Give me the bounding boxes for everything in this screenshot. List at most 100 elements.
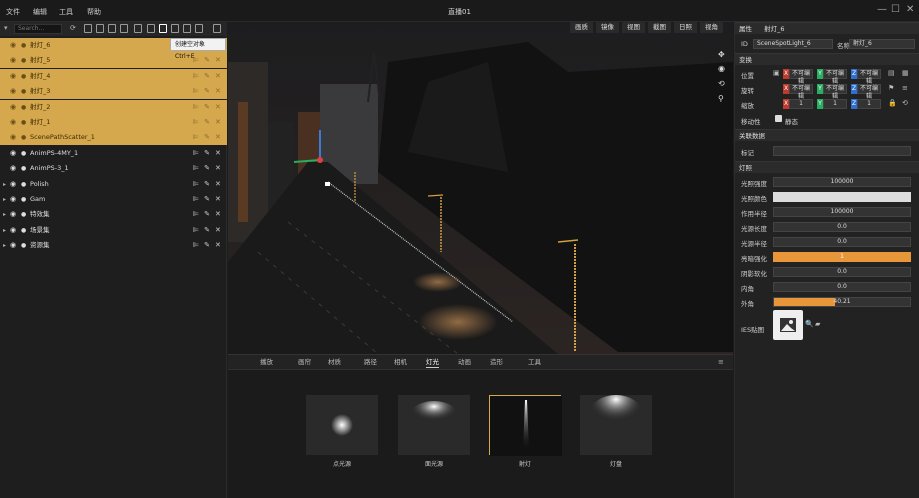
lock-scale-icon[interactable]: 🔒 — [888, 99, 897, 107]
expand-arrow-icon[interactable]: ▸ — [3, 177, 6, 192]
orbit-icon[interactable]: ◉ — [718, 64, 725, 73]
select-icon[interactable] — [96, 24, 104, 33]
row-actions[interactable]: ⊫✎✕ — [193, 192, 226, 207]
scale-x[interactable]: 1 — [789, 99, 813, 109]
walk-icon[interactable]: ⚲ — [718, 94, 724, 103]
eye-icon[interactable]: ◉ — [10, 146, 16, 161]
delete-icon[interactable] — [213, 24, 221, 33]
menu-file[interactable]: 文件 — [6, 7, 20, 17]
eye-icon[interactable]: ◉ — [10, 238, 16, 253]
eye-icon[interactable]: ◉ — [10, 53, 16, 68]
eye-icon[interactable]: ◉ — [10, 69, 16, 84]
tree-row[interactable]: ◉ ● 射灯_4 ⊫✎✕ — [0, 68, 227, 84]
tree-row[interactable]: ◉ ● ScenePathScatter_1 ⊫✎✕ — [0, 130, 227, 146]
rot-y[interactable]: 不可编辑 — [823, 84, 847, 100]
grid-icon[interactable] — [84, 24, 92, 33]
row-actions[interactable]: ⊫✎✕ — [193, 223, 226, 238]
outer-angle-slider[interactable]: 40.21 — [773, 297, 911, 307]
eye-icon[interactable]: ◉ — [10, 223, 16, 238]
rot-x[interactable]: 不可编辑 — [789, 84, 813, 100]
folder-icon[interactable] — [183, 24, 191, 33]
menu-tools[interactable]: 工具 — [59, 7, 73, 17]
search-input[interactable]: Search... — [14, 24, 62, 34]
tree-row[interactable]: ◉ ● AnimPS-3_1 ⊫✎✕ — [0, 161, 227, 176]
scale-z[interactable]: 1 — [857, 99, 881, 109]
eye-icon[interactable]: ◉ — [10, 192, 16, 207]
copy-icon[interactable] — [147, 24, 155, 33]
move-icon[interactable] — [108, 24, 116, 33]
menu-icon[interactable]: ≡ — [718, 358, 724, 366]
row-actions[interactable]: ⊫✎✕ — [193, 238, 226, 253]
movable-checkbox[interactable] — [775, 115, 782, 122]
related-section[interactable]: 关联数据 — [735, 129, 919, 141]
eye-icon[interactable]: ◉ — [10, 84, 16, 99]
source-length-field[interactable]: 0.0 — [773, 222, 911, 232]
asset-tab[interactable]: 播放 — [260, 357, 273, 368]
asset-tab[interactable]: 相机 — [394, 357, 407, 368]
row-actions[interactable]: ⊫✎✕ — [193, 207, 226, 222]
tree-row[interactable]: ▸ ◉ ● 场景集 ⊫✎✕ — [0, 223, 227, 238]
expand-arrow-icon[interactable]: ▸ — [3, 238, 6, 253]
move-view-icon[interactable]: ✥ — [718, 50, 725, 59]
light-card[interactable] — [306, 395, 378, 455]
tree-row[interactable]: ◉ ● AnimPS-4MY_1 ⊫✎✕ — [0, 146, 227, 161]
row-actions[interactable]: ⊫✎✕ — [193, 69, 226, 84]
tree-row[interactable]: ▸ ◉ ● 资源集 ⊫✎✕ — [0, 238, 227, 253]
search-icon[interactable]: 🔍 — [805, 320, 814, 328]
rot-z[interactable]: 不可编辑 — [857, 84, 881, 100]
expand-arrow-icon[interactable]: ▸ — [3, 192, 6, 207]
light-card[interactable] — [398, 395, 470, 455]
asset-tab[interactable]: 路径 — [364, 357, 377, 368]
tree-row[interactable]: ◉ ● 射灯_3 ⊫✎✕ — [0, 84, 227, 100]
row-actions[interactable]: ⊫✎✕ — [193, 146, 226, 161]
reset-icon[interactable]: ⟲ — [902, 99, 908, 107]
copy-icon[interactable]: ▤ — [888, 69, 895, 77]
minimize-icon[interactable]: — — [877, 4, 887, 15]
list-icon[interactable]: ≡ — [902, 84, 908, 92]
doc-icon[interactable] — [195, 24, 203, 33]
create-empty-icon[interactable] — [159, 24, 167, 33]
viewport[interactable]: 画质 镜像 视图 截图 日照 视角 ✥ ◉ ⟲ ⚲ — [228, 22, 733, 354]
lighting-section[interactable]: 灯照 — [735, 161, 919, 173]
viewport-tab[interactable]: 镜像 — [596, 22, 619, 33]
source-radius-field[interactable]: 0.0 — [773, 237, 911, 247]
tree-row[interactable]: ◉ ● 射灯_2 ⊫✎✕ — [0, 99, 227, 115]
row-actions[interactable]: ⊫✎✕ — [193, 130, 226, 145]
tree-row[interactable]: ▸ ◉ ● Polish ⊫✎✕ — [0, 177, 227, 192]
eye-icon[interactable]: ◉ — [10, 207, 16, 222]
row-actions[interactable]: ⊫✎✕ — [193, 84, 226, 99]
viewport-tab[interactable]: 日照 — [674, 22, 697, 33]
asset-tab[interactable]: 工具 — [528, 357, 541, 368]
eye-icon[interactable]: ◉ — [10, 177, 16, 192]
asset-tab[interactable]: 画帘 — [298, 357, 311, 368]
tag-field[interactable] — [773, 146, 911, 156]
light-card[interactable] — [489, 395, 562, 456]
ambient-slider[interactable]: 1 — [773, 252, 911, 262]
folder-icon[interactable]: ▰ — [815, 320, 820, 328]
viewport-tab[interactable]: 视角 — [700, 22, 723, 33]
range-field[interactable]: 100000 — [773, 207, 911, 217]
pos-y[interactable]: 不可编辑 — [823, 69, 847, 85]
pos-z[interactable]: 不可编辑 — [857, 69, 881, 85]
lock-icon[interactable]: ▣ — [773, 69, 780, 77]
color-swatch[interactable] — [773, 192, 911, 202]
eye-icon[interactable]: ◉ — [10, 115, 16, 130]
row-actions[interactable]: ⊫✎✕ — [193, 177, 226, 192]
close-icon[interactable]: ✕ — [906, 4, 914, 15]
flag-icon[interactable]: ⚑ — [888, 84, 894, 92]
expand-arrow-icon[interactable]: ▸ — [3, 207, 6, 222]
tree-row[interactable]: ◉ ● 射灯_1 ⊫✎✕ — [0, 115, 227, 130]
eye-icon[interactable]: ◉ — [10, 100, 16, 115]
pos-x[interactable]: 不可编辑 — [789, 69, 813, 85]
tree-row[interactable]: ▸ ◉ ● 特效集 ⊫✎✕ — [0, 207, 227, 222]
maximize-icon[interactable]: ☐ — [891, 4, 900, 15]
expand-icon[interactable] — [134, 24, 142, 33]
eye-icon[interactable]: ◉ — [10, 38, 16, 53]
scale-y[interactable]: 1 — [823, 99, 847, 109]
expand-arrow-icon[interactable]: ▸ — [3, 223, 6, 238]
viewport-tab[interactable]: 截图 — [648, 22, 671, 33]
name-field[interactable]: 射灯_6 — [849, 39, 915, 49]
row-actions[interactable]: ⊫✎✕ — [193, 161, 226, 176]
asset-tab[interactable]: 造形 — [490, 357, 503, 368]
light-card[interactable] — [580, 395, 652, 455]
